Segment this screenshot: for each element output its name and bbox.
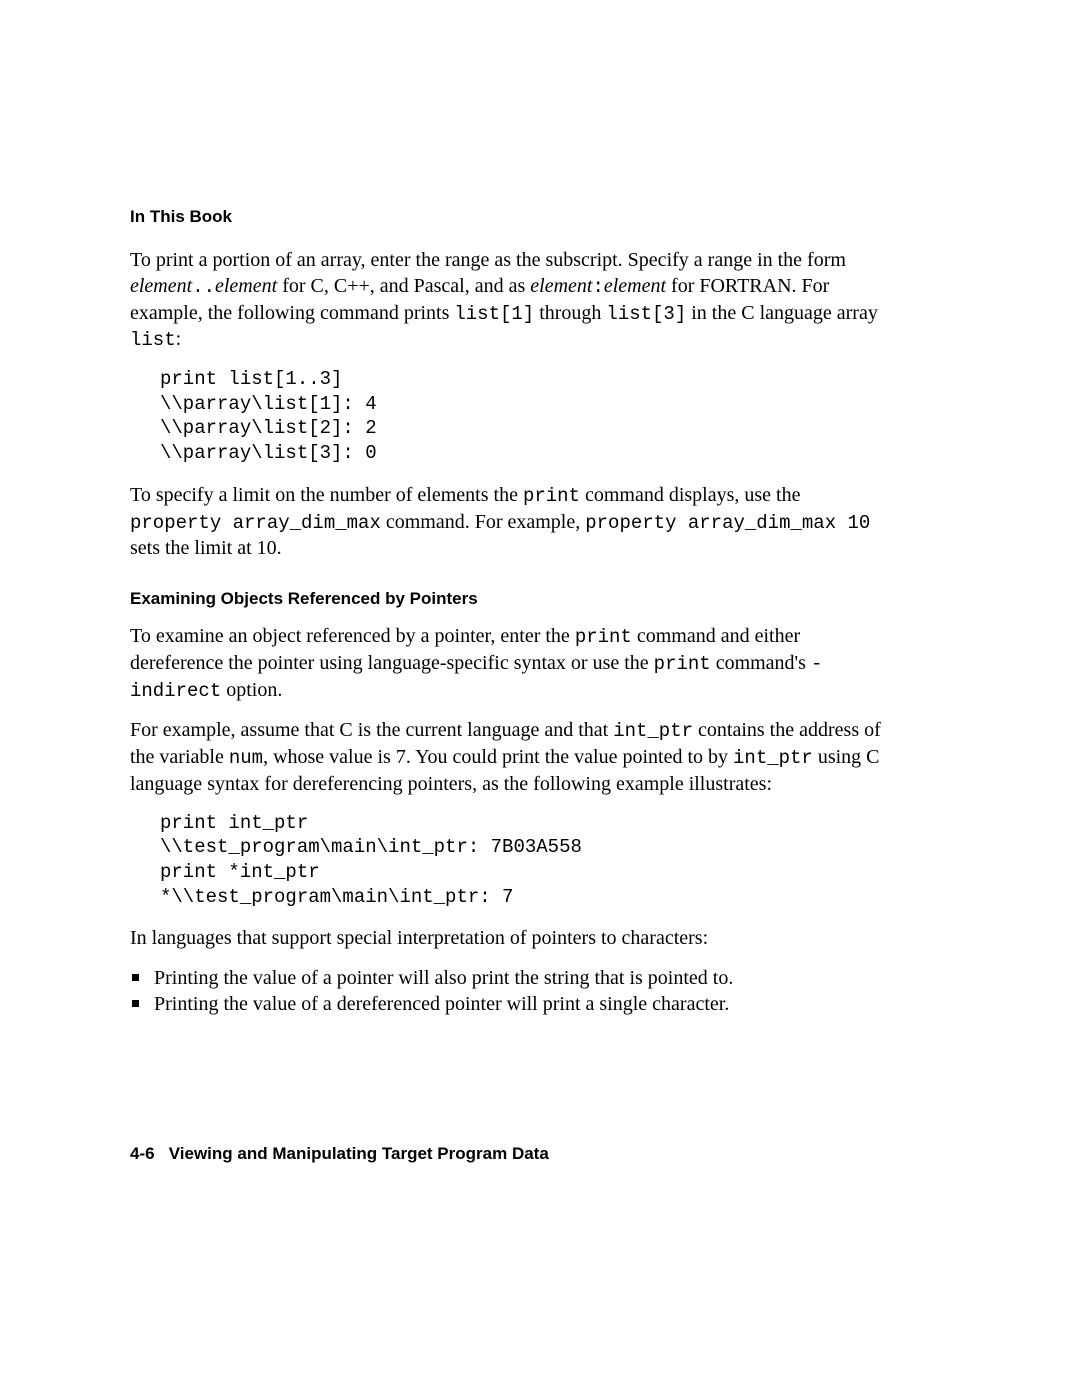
term-element: element — [215, 275, 277, 297]
text: To specify a limit on the number of elem… — [130, 484, 523, 506]
paragraph-pointer-interp: In languages that support special interp… — [130, 925, 890, 951]
text: command. For example, — [381, 511, 585, 533]
literal-colon: : — [592, 276, 603, 298]
code-block-print-list: print list[1..3] \\parray\list[1]: 4 \\p… — [160, 367, 890, 466]
text: For example, assume that C is the curren… — [130, 719, 613, 741]
text: sets the limit at 10. — [130, 537, 282, 559]
list-item: Printing the value of a pointer will als… — [130, 965, 890, 991]
code-inline: list[1] — [454, 303, 534, 325]
code-inline: print — [575, 626, 632, 648]
text: To print a portion of an array, enter th… — [130, 249, 846, 271]
code-block-print-intptr: print int_ptr \\test_program\main\int_pt… — [160, 811, 890, 910]
term-element: element — [604, 275, 666, 297]
paragraph-array-limit: To specify a limit on the number of elem… — [130, 482, 890, 561]
code-inline: property array_dim_max 10 — [585, 512, 870, 534]
code-inline: int_ptr — [613, 720, 693, 742]
code-inline: list[3] — [606, 303, 686, 325]
text: for C, C++, and Pascal, and as — [277, 275, 530, 297]
code-inline: num — [229, 747, 263, 769]
text: in the C language array — [686, 302, 878, 324]
list-item: Printing the value of a dereferenced poi… — [130, 991, 890, 1017]
page-footer: 4-6 Viewing and Manipulating Target Prog… — [130, 1144, 549, 1164]
text: : — [176, 328, 182, 350]
footer-title: Viewing and Manipulating Target Program … — [169, 1144, 549, 1163]
text: through — [534, 302, 606, 324]
text: , whose value is 7. You could print the … — [263, 746, 733, 768]
text: To examine an object referenced by a poi… — [130, 625, 575, 647]
page-number: 4-6 — [130, 1144, 155, 1163]
page-body: In This Book To print a portion of an ar… — [130, 207, 890, 1017]
code-inline: print — [523, 485, 580, 507]
text: command displays, use the — [580, 484, 801, 506]
paragraph-pointer-example: For example, assume that C is the curren… — [130, 717, 890, 796]
bullet-list: Printing the value of a pointer will als… — [130, 965, 890, 1017]
code-inline: print — [654, 653, 711, 675]
paragraph-pointer-intro: To examine an object referenced by a poi… — [130, 623, 890, 703]
text: option. — [221, 679, 282, 701]
code-inline: list — [130, 329, 176, 351]
text: command's — [711, 652, 811, 674]
literal-dotdot: .. — [192, 276, 215, 298]
running-header: In This Book — [130, 207, 890, 227]
code-inline: int_ptr — [733, 747, 813, 769]
paragraph-array-range: To print a portion of an array, enter th… — [130, 247, 890, 353]
term-element: element — [130, 275, 192, 297]
code-inline: property array_dim_max — [130, 512, 381, 534]
term-element: element — [530, 275, 592, 297]
section-heading-pointers: Examining Objects Referenced by Pointers — [130, 589, 890, 609]
